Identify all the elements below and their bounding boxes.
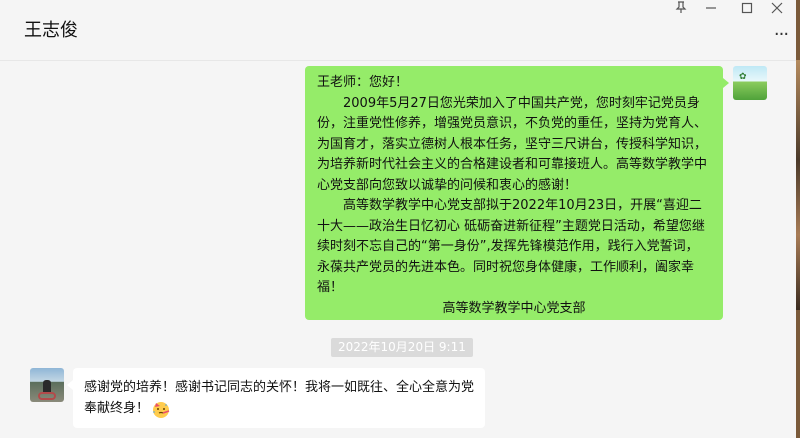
message-timestamp: 2022年10月20日 9:11 (331, 338, 473, 357)
party-face-emoji-icon (153, 401, 170, 418)
outgoing-message-bubble[interactable]: 王老师：您好！ 2009年5月27日您光荣加入了中国共产党，您时刻牢记党员身份，… (305, 66, 729, 320)
avatar-logo-icon: ✿ (739, 72, 747, 82)
pin-icon[interactable] (668, 1, 694, 21)
close-icon[interactable] (764, 1, 790, 21)
incoming-message-text: 感谢党的培养！感谢书记同志的关怀！我将一如既往、全心全意为党奉献终身！ (84, 380, 475, 416)
message-paragraph-2: 高等数学教学中心党支部拟于2022年10月23日，开展“喜迎二十大——政治生日忆… (317, 198, 705, 295)
background-window-edge (796, 0, 800, 438)
avatar-bike-icon (38, 392, 56, 400)
chat-header: 王志俊 ··· (0, 0, 796, 61)
message-list: ✿ 王老师：您好！ 2009年5月27日您光荣加入了中国共产党，您时刻牢记党员身… (0, 62, 796, 438)
contact-name[interactable]: 王志俊 (24, 16, 78, 42)
more-options-icon[interactable]: ··· (770, 25, 792, 47)
message-signature: 高等数学教学中心党支部 (442, 300, 586, 316)
my-avatar[interactable]: ✿ (733, 66, 767, 100)
maximize-icon[interactable] (734, 1, 760, 21)
message-greeting: 王老师：您好！ (317, 75, 409, 90)
contact-avatar[interactable] (30, 368, 64, 402)
incoming-message-bubble[interactable]: 感谢党的培养！感谢书记同志的关怀！我将一如既往、全心全意为党奉献终身！ (67, 368, 485, 428)
minimize-icon[interactable] (698, 1, 724, 21)
message-paragraph-1: 2009年5月27日您光荣加入了中国共产党，您时刻牢记党员身份，注重党性修养，增… (317, 95, 708, 193)
